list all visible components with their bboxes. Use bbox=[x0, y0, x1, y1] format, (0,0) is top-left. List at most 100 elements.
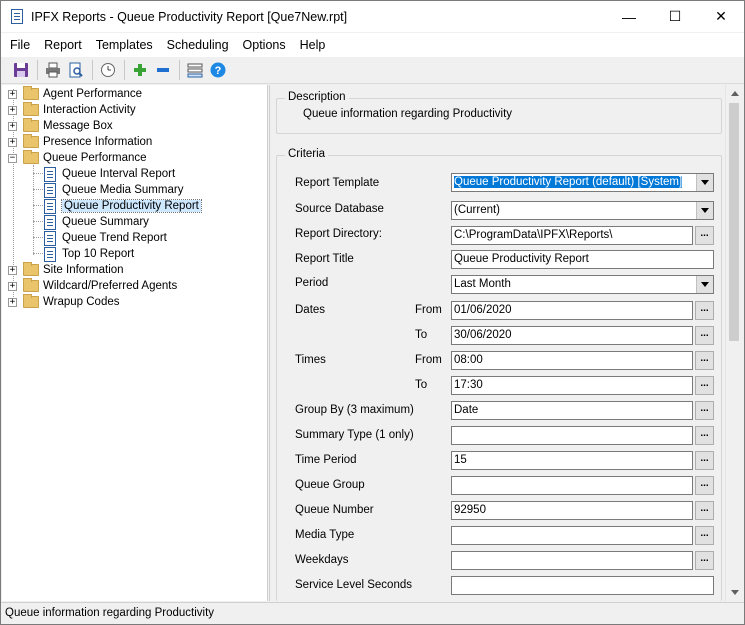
service-level-seconds-input[interactable] bbox=[451, 576, 714, 595]
dropdown-arrow-icon[interactable] bbox=[696, 202, 713, 219]
dates-from-picker-button[interactable]: ... bbox=[695, 301, 714, 320]
tree-item-queue-performance[interactable]: − Queue Performance bbox=[8, 150, 147, 166]
vertical-scrollbar[interactable] bbox=[725, 85, 742, 601]
report-properties-pane: Description Queue information regarding … bbox=[269, 85, 744, 601]
queue-group-input[interactable] bbox=[451, 476, 693, 495]
summary-type-input[interactable] bbox=[451, 426, 693, 445]
media-type-input[interactable] bbox=[451, 526, 693, 545]
queue-number-input[interactable]: 92950 bbox=[451, 501, 693, 520]
weekdays-input[interactable] bbox=[451, 551, 693, 570]
report-directory-input[interactable]: C:\ProgramData\IPFX\Reports\ bbox=[451, 226, 693, 245]
status-bar: Queue information regarding Productivity bbox=[1, 602, 744, 624]
schedule-button[interactable] bbox=[97, 59, 119, 81]
times-to-picker-button[interactable]: ... bbox=[695, 376, 714, 395]
tree-item-wildcard-preferred-agents[interactable]: + Wildcard/Preferred Agents bbox=[8, 278, 177, 294]
media-type-label: Media Type bbox=[295, 529, 355, 541]
source-database-value: (Current) bbox=[454, 204, 501, 216]
dates-to-input[interactable]: 30/06/2020 bbox=[451, 326, 693, 345]
tree-item-queue-interval-report[interactable]: Queue Interval Report bbox=[44, 166, 175, 182]
tree-item-message-box[interactable]: + Message Box bbox=[8, 118, 113, 134]
report-template-select[interactable]: Queue Productivity Report (default) [Sys… bbox=[451, 173, 714, 192]
expand-icon[interactable]: + bbox=[8, 265, 17, 275]
expand-icon[interactable]: + bbox=[8, 137, 17, 147]
source-database-select[interactable]: (Current) bbox=[451, 201, 714, 220]
expand-icon[interactable]: + bbox=[8, 297, 17, 307]
add-button[interactable] bbox=[129, 59, 151, 81]
tree-item-label-selected: Queue Productivity Report bbox=[61, 199, 202, 213]
app-report-icon bbox=[11, 9, 23, 24]
times-from-input[interactable]: 08:00 bbox=[451, 351, 693, 370]
criteria-group-title: Criteria bbox=[285, 148, 329, 160]
menu-templates[interactable]: Templates bbox=[96, 38, 153, 52]
menu-scheduling[interactable]: Scheduling bbox=[167, 38, 229, 52]
report-title-label: Report Title bbox=[295, 253, 354, 265]
expand-icon[interactable]: + bbox=[8, 281, 17, 291]
group-by-input[interactable]: Date bbox=[451, 401, 693, 420]
maximize-button[interactable]: ☐ bbox=[652, 1, 698, 32]
report-title-input[interactable]: Queue Productivity Report bbox=[451, 250, 714, 269]
menu-help[interactable]: Help bbox=[300, 38, 326, 52]
queue-number-label: Queue Number bbox=[295, 504, 374, 516]
group-by-picker-button[interactable]: ... bbox=[695, 401, 714, 420]
filter-button[interactable] bbox=[184, 59, 206, 81]
collapse-icon[interactable]: − bbox=[8, 153, 17, 163]
tree-item-queue-summary[interactable]: Queue Summary bbox=[44, 214, 149, 230]
queue-group-picker-button[interactable]: ... bbox=[695, 476, 714, 495]
tree-item-queue-productivity-report[interactable]: Queue Productivity Report bbox=[44, 198, 202, 214]
tree-item-label: Wrapup Codes bbox=[43, 296, 120, 308]
time-period-picker-button[interactable]: ... bbox=[695, 451, 714, 470]
tree-item-interaction-activity[interactable]: + Interaction Activity bbox=[8, 102, 136, 118]
period-select[interactable]: Last Month bbox=[451, 275, 714, 294]
remove-button[interactable] bbox=[152, 59, 174, 81]
dates-to-picker-button[interactable]: ... bbox=[695, 326, 714, 345]
folder-icon bbox=[23, 102, 39, 116]
title-bar: IPFX Reports - Queue Productivity Report… bbox=[1, 1, 744, 32]
tree-connector bbox=[33, 221, 43, 222]
report-directory-browse-button[interactable]: ... bbox=[695, 226, 714, 245]
tree-item-top-10-report[interactable]: Top 10 Report bbox=[44, 246, 134, 262]
print-preview-icon bbox=[69, 62, 83, 78]
expand-icon[interactable]: + bbox=[8, 105, 17, 115]
menu-options[interactable]: Options bbox=[243, 38, 286, 52]
tree-item-queue-media-summary[interactable]: Queue Media Summary bbox=[44, 182, 183, 198]
report-template-label: Report Template bbox=[295, 177, 380, 189]
dates-from-input[interactable]: 01/06/2020 bbox=[451, 301, 693, 320]
scroll-up-arrow-icon[interactable] bbox=[726, 85, 743, 102]
expand-icon[interactable]: + bbox=[8, 121, 17, 131]
source-database-label: Source Database bbox=[295, 203, 384, 215]
menu-report[interactable]: Report bbox=[44, 38, 82, 52]
dropdown-arrow-icon[interactable] bbox=[696, 174, 713, 191]
tree-item-label: Queue Interval Report bbox=[62, 168, 176, 180]
tree-item-presence-information[interactable]: + Presence Information bbox=[8, 134, 152, 150]
scroll-down-arrow-icon[interactable] bbox=[726, 584, 743, 601]
add-icon bbox=[134, 64, 146, 76]
tree-item-label: Top 10 Report bbox=[62, 248, 135, 260]
toolbar: ? bbox=[1, 57, 744, 84]
minimize-button[interactable]: — bbox=[606, 1, 652, 32]
report-icon bbox=[44, 182, 56, 198]
folder-icon bbox=[23, 86, 39, 100]
tree-item-wrapup-codes[interactable]: + Wrapup Codes bbox=[8, 294, 120, 310]
weekdays-picker-button[interactable]: ... bbox=[695, 551, 714, 570]
expand-icon[interactable]: + bbox=[8, 89, 17, 99]
tree-item-agent-performance[interactable]: + Agent Performance bbox=[8, 86, 142, 102]
tree-item-site-information[interactable]: + Site Information bbox=[8, 262, 124, 278]
times-from-picker-button[interactable]: ... bbox=[695, 351, 714, 370]
menu-file[interactable]: File bbox=[10, 38, 30, 52]
print-preview-button[interactable] bbox=[65, 59, 87, 81]
help-button[interactable]: ? bbox=[207, 59, 229, 81]
time-period-input[interactable]: 15 bbox=[451, 451, 693, 470]
save-button[interactable] bbox=[10, 59, 32, 81]
schedule-clock-icon bbox=[101, 63, 115, 77]
times-to-input[interactable]: 17:30 bbox=[451, 376, 693, 395]
report-icon bbox=[44, 198, 56, 214]
queue-number-picker-button[interactable]: ... bbox=[695, 501, 714, 520]
scrollbar-thumb[interactable] bbox=[729, 103, 739, 341]
close-button[interactable]: ✕ bbox=[698, 1, 744, 32]
media-type-picker-button[interactable]: ... bbox=[695, 526, 714, 545]
summary-type-picker-button[interactable]: ... bbox=[695, 426, 714, 445]
tree-item-queue-trend-report[interactable]: Queue Trend Report bbox=[44, 230, 167, 246]
print-button[interactable] bbox=[42, 59, 64, 81]
filter-icon bbox=[187, 63, 203, 78]
dropdown-arrow-icon[interactable] bbox=[696, 276, 713, 293]
